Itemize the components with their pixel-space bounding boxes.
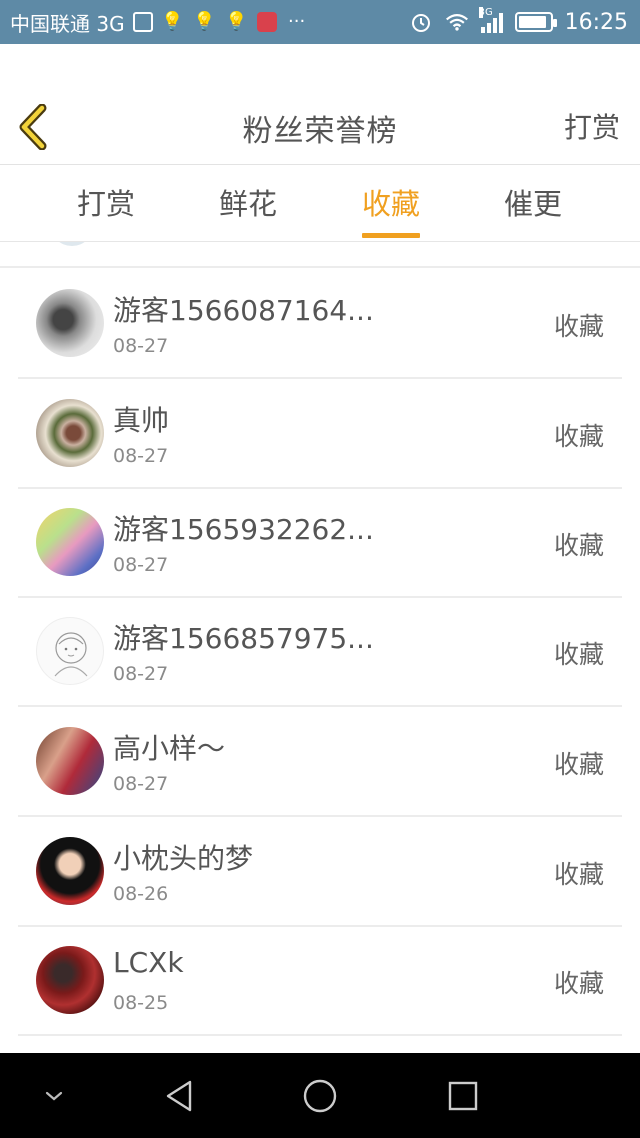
item-date: 08-27 [113,445,169,467]
list-item[interactable]: LCXk 08-25 收藏 [18,926,622,1036]
action-label: 收藏 [553,750,604,779]
avatar[interactable] [36,946,104,1014]
tab-label: 打赏 [76,187,135,221]
user-name: 游客1565932262... [113,513,374,546]
recents-square-icon[interactable] [442,1053,484,1138]
more-icon: ··· [288,11,306,32]
list-item-partial [0,242,640,268]
system-nav-bar [0,1053,640,1138]
avatar[interactable] [36,399,104,467]
battery-fill [518,16,546,28]
network-tag: 3G [478,7,493,18]
app-icon [256,12,277,32]
user-name: 真帅 [113,404,170,437]
tab-urge[interactable]: 催更 [478,165,588,242]
action-label: 收藏 [553,860,604,889]
tab-favorites[interactable]: 收藏 [336,165,446,242]
action-label: 收藏 [553,422,604,451]
action-label: 收藏 [553,969,604,998]
list-item[interactable]: 小枕头的梦 08-26 收藏 [18,817,622,927]
avatar[interactable] [36,837,104,905]
list-item[interactable]: 游客1566087164... 08-27 收藏 [18,269,622,379]
wifi-icon [445,10,469,34]
tab-label: 催更 [503,187,562,221]
user-name: 游客1566857975... [113,622,374,655]
user-name: 高小样～ [113,732,226,765]
tab-label: 鲜花 [218,187,277,221]
item-date: 08-27 [113,554,169,576]
list-item[interactable]: 游客1566857975... 08-27 收藏 [18,597,622,707]
home-circle-icon[interactable] [299,1053,341,1138]
back-triangle-icon[interactable] [158,1053,200,1138]
avatar[interactable] [36,289,104,357]
user-name: LCXk [113,946,184,979]
list-item[interactable]: 游客1565932262... 08-27 收藏 [18,488,622,598]
list-item[interactable]: 高小样～ 08-27 收藏 [18,707,622,817]
item-date: 08-27 [113,773,169,795]
action-label: 收藏 [553,531,604,560]
item-date: 08-25 [113,992,169,1014]
chevron-down-icon[interactable] [34,1053,74,1138]
alarm-icon [409,10,433,34]
tab-tip[interactable]: 打赏 [51,165,161,242]
carrier-label: 中国联通 3G [10,11,125,36]
tab-label: 收藏 [361,187,420,221]
signal-icon: 3G [478,7,503,33]
user-name: 小枕头的梦 [113,842,254,875]
bulb-icon: 💡 [161,11,184,32]
bulb-icon: 💡 [193,11,216,32]
action-label: 收藏 [553,312,604,341]
clock: 16:25 [564,9,628,35]
bulb-icon: 💡 [225,11,248,32]
avatar[interactable] [36,617,104,685]
avatar[interactable] [36,508,104,576]
status-bar: 中国联通 3G 💡 💡 💡 ··· 3G 16:25 [0,0,640,44]
user-name: 游客1566087164... [113,294,374,327]
action-label: 收藏 [553,640,604,669]
page-title: 粉丝荣誉榜 [242,114,398,149]
battery-icon [514,12,557,32]
app-header: 粉丝荣誉榜 打赏 [0,44,640,165]
avatar [50,242,94,246]
item-date: 08-27 [113,335,169,357]
avatar[interactable] [36,727,104,795]
list-item[interactable]: 真帅 08-27 收藏 [18,379,622,489]
item-date: 08-27 [113,663,169,685]
image-icon [132,12,153,32]
tab-bar: 打赏 鲜花 收藏 催更 [0,165,640,242]
item-date: 08-26 [113,883,169,905]
tip-button[interactable]: 打赏 [564,106,620,146]
active-tab-indicator [362,233,420,238]
fan-list[interactable]: 游客1566087164... 08-27 收藏 真帅 08-27 收藏 游客1… [0,242,640,1050]
tab-flowers[interactable]: 鲜花 [193,165,303,242]
